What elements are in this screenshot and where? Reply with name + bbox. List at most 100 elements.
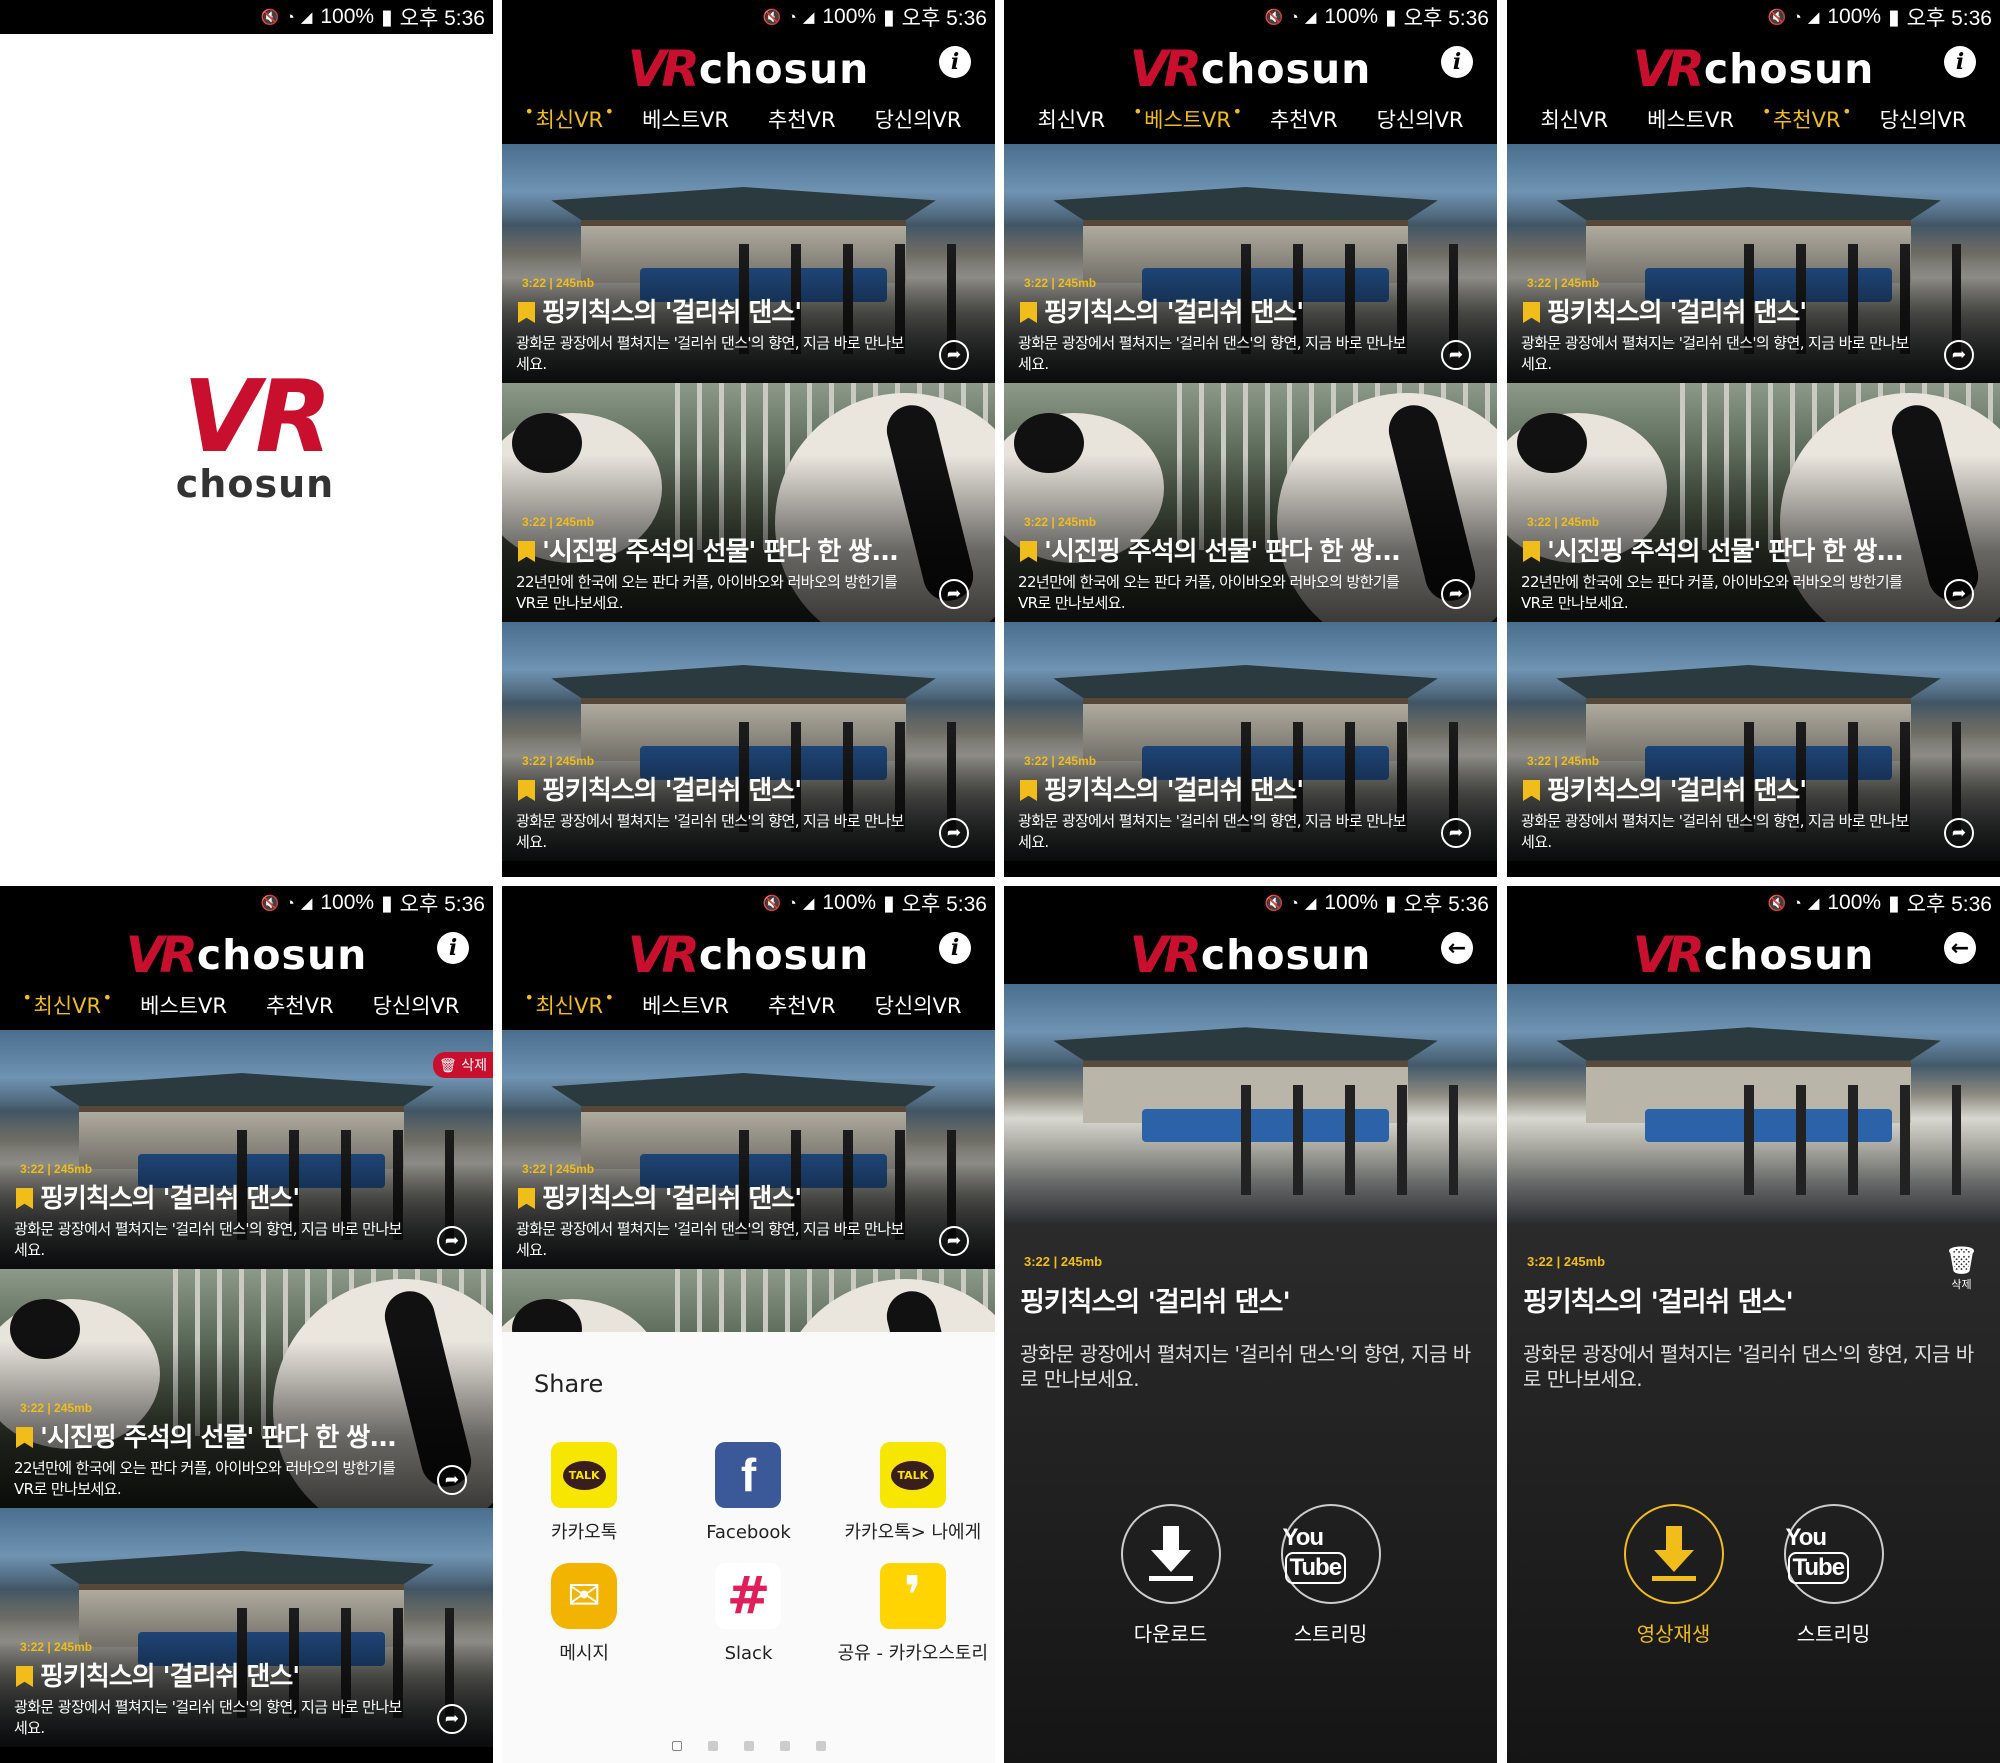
- share-target[interactable]: f Facebook: [666, 1442, 830, 1543]
- share-icon[interactable]: ➦: [939, 1226, 969, 1256]
- delete-badge[interactable]: 🗑 삭제: [433, 1052, 493, 1078]
- video-card[interactable]: 3:22 | 245mb '시진핑 주석의 선물' 판다 한 쌍... 22년만…: [1004, 383, 1497, 622]
- signal-icons: 🔇 ◔ ◢: [762, 895, 816, 912]
- trash-icon: 🗑: [1944, 1246, 1978, 1276]
- tab-1[interactable]: 베스트VR: [1133, 102, 1242, 138]
- share-icon[interactable]: ➦: [939, 818, 969, 848]
- card-desc: 광화문 광장에서 펼쳐지는 '걸리쉬 댄스'의 향연, 지금 바로 만나보세요.: [1521, 812, 1909, 851]
- app-header: VRchosun ←: [1004, 920, 1497, 984]
- share-icon[interactable]: ➦: [437, 1465, 467, 1495]
- video-card[interactable]: 3:22 | 245mb 핑키칙스의 '걸리쉬 댄스' 광화문 광장에서 펼쳐지…: [502, 622, 995, 861]
- video-preview[interactable]: [1507, 984, 2000, 1224]
- info-button[interactable]: i: [1944, 46, 1976, 78]
- tab-0[interactable]: 최신VR: [1540, 104, 1608, 138]
- info-button[interactable]: i: [1441, 46, 1473, 78]
- status-bar: 🔇 ◔ ◢ 100% ▮ 오후 5:36: [0, 886, 493, 920]
- streaming-button[interactable]: YouTube 스트리밍: [1280, 1504, 1381, 1647]
- tab-0[interactable]: 최신VR: [1037, 104, 1105, 138]
- card-desc: 22년만에 한국에 오는 판다 커플, 아이바오와 러바오의 방한기를 VR로 …: [1521, 573, 1903, 612]
- tab-3[interactable]: 당신의VR: [1377, 104, 1464, 138]
- kakaotalk-icon: TALK: [879, 1442, 946, 1508]
- tab-2[interactable]: 추천VR: [266, 990, 334, 1024]
- category-tabs: 최신VR 베스트VR 추천VR 당신의VR: [502, 98, 995, 144]
- share-target[interactable]: TALK 카카오톡: [502, 1442, 666, 1543]
- tab-0[interactable]: 최신VR: [525, 102, 614, 138]
- share-target[interactable]: ❜ 공유 - 카카오스토리: [831, 1563, 995, 1664]
- detail-body: 3:22 | 245mb 핑키칙스의 '걸리쉬 댄스' 광화문 광장에서 펼쳐지…: [1004, 1224, 1497, 1763]
- bookmark-icon: [1523, 302, 1540, 323]
- card-meta: 3:22 | 245mb: [1024, 276, 1097, 290]
- tab-1[interactable]: 베스트VR: [1647, 104, 1734, 138]
- battery-icon: ▮: [381, 891, 393, 915]
- brand-logo: VRchosun: [1632, 926, 1875, 984]
- back-button[interactable]: ←: [1944, 932, 1976, 964]
- detail-actions: 다운로드 YouTube 스트리밍: [1004, 1504, 1497, 1647]
- card-title: '시진핑 주석의 선물' 판다 한 쌍...: [518, 531, 899, 568]
- share-icon[interactable]: ➦: [1441, 340, 1471, 370]
- video-card[interactable]: 3:22 | 245mb 핑키칙스의 '걸리쉬 댄스' 광화문 광장에서 펼쳐지…: [1004, 144, 1497, 383]
- share-target[interactable]: # Slack: [666, 1563, 830, 1664]
- play-button[interactable]: 영상재생: [1623, 1504, 1724, 1647]
- tab-1[interactable]: 베스트VR: [642, 104, 729, 138]
- tab-0[interactable]: 최신VR: [23, 988, 112, 1024]
- video-card[interactable]: 3:22 | 245mb '시진핑 주석의 선물' 판다 한 쌍... 22년만…: [1507, 383, 2000, 622]
- video-card[interactable]: 3:22 | 245mb 핑키칙스의 '걸리쉬 댄스' 광화문 광장에서 펼쳐지…: [502, 1030, 995, 1269]
- share-sheet: Share TALK 카카오톡 f Facebook TALK 카카오톡> 나에게 ✉ 메시지…: [502, 1332, 995, 1763]
- tab-3[interactable]: 당신의VR: [875, 990, 962, 1024]
- info-button[interactable]: i: [939, 932, 971, 964]
- share-icon[interactable]: ➦: [1944, 818, 1974, 848]
- pin-icon: [518, 541, 535, 562]
- info-button[interactable]: i: [437, 932, 469, 964]
- tab-2[interactable]: 추천VR: [768, 104, 836, 138]
- tab-2[interactable]: 추천VR: [1762, 102, 1851, 138]
- info-button[interactable]: i: [939, 46, 971, 78]
- share-icon[interactable]: ➦: [1944, 579, 1974, 609]
- tab-3[interactable]: 당신의VR: [875, 104, 962, 138]
- kakaotalk-icon: TALK: [551, 1442, 618, 1508]
- pin-icon: [16, 1427, 33, 1448]
- video-card[interactable]: 3:22 | 245mb '시진핑 주석의 선물' 판다 한 쌍... 22년만…: [502, 383, 995, 622]
- card-meta: 3:22 | 245mb: [522, 276, 595, 290]
- video-card[interactable]: 3:22 | 245mb 핑키칙스의 '걸리쉬 댄스' 광화문 광장에서 펼쳐지…: [1507, 622, 2000, 861]
- tab-1[interactable]: 베스트VR: [642, 990, 729, 1024]
- bookmark-icon: [1020, 780, 1037, 801]
- video-card[interactable]: 3:22 | 245mb 핑키칙스의 '걸리쉬 댄스' 광화문 광장에서 펼쳐지…: [0, 1508, 493, 1747]
- video-card[interactable]: 3:22 | 245mb 핑키칙스의 '걸리쉬 댄스' 광화문 광장에서 펼쳐지…: [1004, 622, 1497, 861]
- bookmark-icon: [1523, 780, 1540, 801]
- video-card[interactable]: 🗑 삭제 3:22 | 245mb 핑키칙스의 '걸리쉬 댄스' 광화문 광장에…: [0, 1030, 493, 1269]
- streaming-button[interactable]: YouTube 스트리밍: [1783, 1504, 1884, 1647]
- card-desc: 광화문 광장에서 펼쳐지는 '걸리쉬 댄스'의 향연, 지금 바로 만나보세요.: [1018, 812, 1406, 851]
- share-icon[interactable]: ➦: [1441, 579, 1471, 609]
- card-desc: 광화문 광장에서 펼쳐지는 '걸리쉬 댄스'의 향연, 지금 바로 만나보세요.: [516, 1220, 904, 1259]
- card-meta: 3:22 | 245mb: [1527, 754, 1600, 768]
- share-icon[interactable]: ➦: [1944, 340, 1974, 370]
- video-preview[interactable]: [1004, 984, 1497, 1224]
- battery-icon: ▮: [1385, 5, 1397, 29]
- tab-0[interactable]: 최신VR: [525, 988, 614, 1024]
- tab-3[interactable]: 당신의VR: [1880, 104, 1967, 138]
- tab-1[interactable]: 베스트VR: [140, 990, 227, 1024]
- share-icon[interactable]: ➦: [939, 579, 969, 609]
- video-card[interactable]: 3:22 | 245mb 핑키칙스의 '걸리쉬 댄스' 광화문 광장에서 펼쳐지…: [1507, 144, 2000, 383]
- share-target[interactable]: ✉ 메시지: [502, 1563, 666, 1664]
- share-screen: 🔇 ◔ ◢100%▮오후 5:36 VRchosun i 최신VR 베스트VR 추천VR…: [502, 886, 995, 1763]
- battery-icon: ▮: [883, 891, 895, 915]
- video-card[interactable]: 3:22 | 245mb '시진핑 주석의 선물' 판다 한 쌍... 22년만…: [0, 1269, 493, 1508]
- status-bar: 🔇 ◔ ◢ 100% ▮ 오후 5:36: [1004, 0, 1497, 34]
- tab-3[interactable]: 당신의VR: [373, 990, 460, 1024]
- share-icon[interactable]: ➦: [1441, 818, 1471, 848]
- delete-button[interactable]: 🗑 삭제: [1945, 1246, 1978, 1292]
- status-bar: 🔇 ◔ ◢ 100% ▮ 오후 5:36: [0, 0, 493, 34]
- share-icon[interactable]: ➦: [437, 1226, 467, 1256]
- tab-2[interactable]: 추천VR: [1270, 104, 1338, 138]
- bookmark-icon: [16, 1188, 33, 1209]
- card-meta: 3:22 | 245mb: [522, 754, 595, 768]
- share-icon[interactable]: ➦: [939, 340, 969, 370]
- video-card[interactable]: 3:22 | 245mb 핑키칙스의 '걸리쉬 댄스' 광화문 광장에서 펼쳐지…: [502, 144, 995, 383]
- download-button[interactable]: 다운로드: [1120, 1504, 1221, 1647]
- back-button[interactable]: ←: [1441, 932, 1473, 964]
- share-icon[interactable]: ➦: [437, 1704, 467, 1734]
- tab-2[interactable]: 추천VR: [768, 990, 836, 1024]
- share-target[interactable]: TALK 카카오톡> 나에게: [831, 1442, 995, 1543]
- video-feed: 🗑 삭제 3:22 | 245mb 핑키칙스의 '걸리쉬 댄스' 광화문 광장에…: [0, 1030, 493, 1747]
